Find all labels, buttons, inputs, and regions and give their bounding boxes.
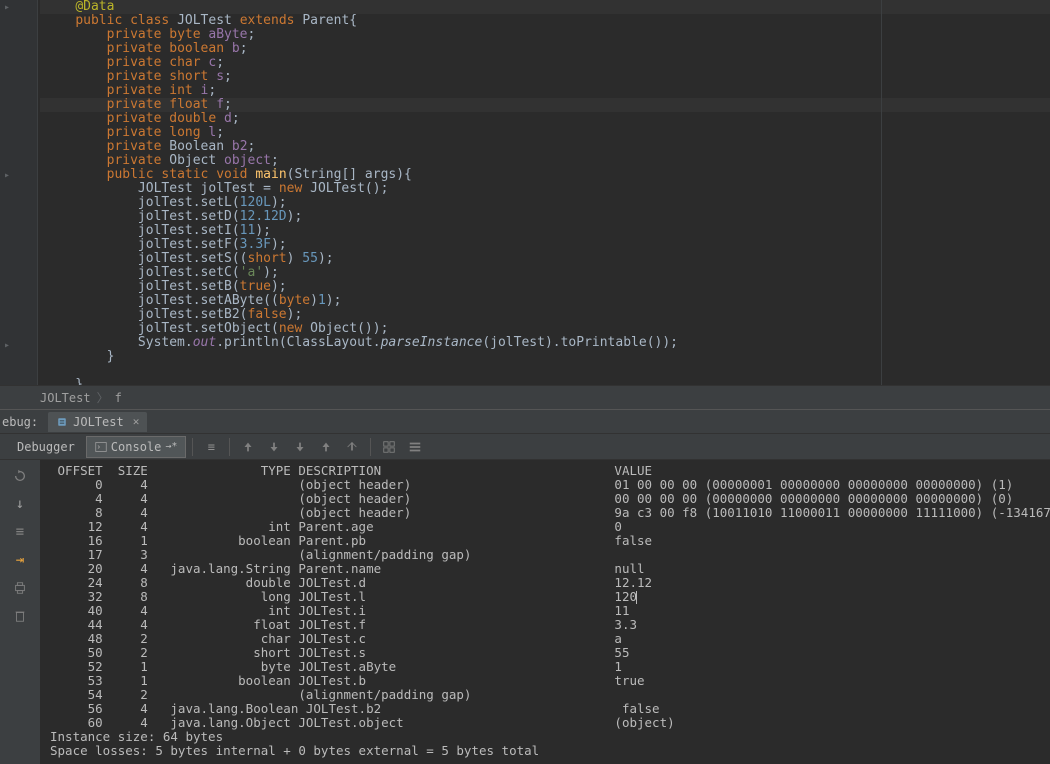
gutter-fold-icon[interactable]: ▸ — [4, 2, 10, 13]
settings-icon[interactable] — [403, 436, 427, 458]
down-stack2-icon[interactable] — [288, 436, 312, 458]
code-line[interactable]: jolTest.setB2(false); — [40, 308, 1050, 322]
right-margin-line — [881, 0, 882, 385]
rerun-icon[interactable] — [10, 466, 30, 486]
code-editor[interactable]: ▸ ▸ ▸ @Data public class JOLTest extends P… — [0, 0, 1050, 385]
code-line[interactable]: public class JOLTest extends Parent{ — [40, 14, 1050, 28]
code-line[interactable]: jolTest.setS((short) 55); — [40, 252, 1050, 266]
down-arrow-icon[interactable]: ↓ — [10, 494, 30, 514]
code-line[interactable]: jolTest.setC('a'); — [40, 266, 1050, 280]
code-line[interactable]: jolTest.setD(12.12D); — [40, 210, 1050, 224]
down-stack-icon[interactable] — [262, 436, 286, 458]
debug-toolbar: Debugger Console →* ≡ — [0, 434, 1050, 460]
breadcrumb[interactable]: JOLTest 〉 f — [0, 385, 1050, 409]
code-line[interactable]: System.out.println(ClassLayout.parseInst… — [40, 336, 1050, 350]
console-icon — [95, 441, 107, 453]
code-line[interactable]: } — [40, 378, 1050, 385]
code-line[interactable]: private double d; — [40, 112, 1050, 126]
breadcrumb-class[interactable]: JOLTest — [40, 391, 91, 405]
code-line[interactable]: private int i; — [40, 84, 1050, 98]
debugger-tab[interactable]: Debugger — [8, 436, 84, 458]
debug-tab-label: JOLTest — [73, 415, 124, 429]
close-icon[interactable]: ✕ — [133, 415, 140, 428]
code-line[interactable]: @Data — [40, 0, 1050, 14]
debug-label: ebug: — [2, 415, 38, 429]
code-line[interactable]: jolTest.setObject(new Object()); — [40, 322, 1050, 336]
code-line[interactable]: private byte aByte; — [40, 28, 1050, 42]
code-line[interactable]: private Object object; — [40, 154, 1050, 168]
debug-session-tab[interactable]: JOLTest ✕ — [48, 412, 147, 432]
breadcrumb-method[interactable]: f — [115, 391, 122, 405]
console-output[interactable]: OFFSET SIZE TYPE DESCRIPTION VALUE 0 4 (… — [40, 460, 1050, 764]
code-line[interactable]: private short s; — [40, 70, 1050, 84]
code-line[interactable]: private boolean b; — [40, 42, 1050, 56]
debug-config-icon — [56, 416, 68, 428]
gutter-fold-icon[interactable]: ▸ — [4, 170, 10, 181]
gutter-fold-icon[interactable]: ▸ — [4, 340, 10, 351]
code-line[interactable]: jolTest.setB(true); — [40, 280, 1050, 294]
toggle-soft-wrap-icon[interactable]: ≡ — [199, 436, 223, 458]
code-line[interactable]: jolTest.setL(120L); — [40, 196, 1050, 210]
editor-gutter[interactable]: ▸ ▸ ▸ — [0, 0, 38, 385]
code-line[interactable]: public static void main(String[] args){ — [40, 168, 1050, 182]
code-line[interactable] — [40, 364, 1050, 378]
filter-icon[interactable]: ≡ — [10, 522, 30, 542]
layout-icon[interactable] — [377, 436, 401, 458]
console-tab[interactable]: Console →* — [86, 436, 187, 458]
console-side-toolbar: ↓ ≡ ⇥ — [0, 460, 40, 764]
code-line[interactable]: private float f; — [40, 98, 1050, 112]
code-line[interactable]: private Boolean b2; — [40, 140, 1050, 154]
code-line[interactable]: private long l; — [40, 126, 1050, 140]
code-line[interactable]: jolTest.setI(11); — [40, 224, 1050, 238]
code-line[interactable]: jolTest.setF(3.3F); — [40, 238, 1050, 252]
code-line[interactable]: JOLTest jolTest = new JOLTest(); — [40, 182, 1050, 196]
step-icon[interactable]: ⇥ — [10, 550, 30, 570]
export-icon[interactable] — [340, 436, 364, 458]
pin-icon: →* — [165, 441, 177, 452]
up-stack-icon[interactable] — [236, 436, 260, 458]
up-stack2-icon[interactable] — [314, 436, 338, 458]
code-line[interactable]: private char c; — [40, 56, 1050, 70]
code-line[interactable]: jolTest.setAByte((byte)1); — [40, 294, 1050, 308]
debug-tool-window-header: ebug: JOLTest ✕ — [0, 409, 1050, 434]
print-icon[interactable] — [10, 578, 30, 598]
trash-icon[interactable] — [10, 606, 30, 626]
code-line[interactable]: } — [40, 350, 1050, 364]
